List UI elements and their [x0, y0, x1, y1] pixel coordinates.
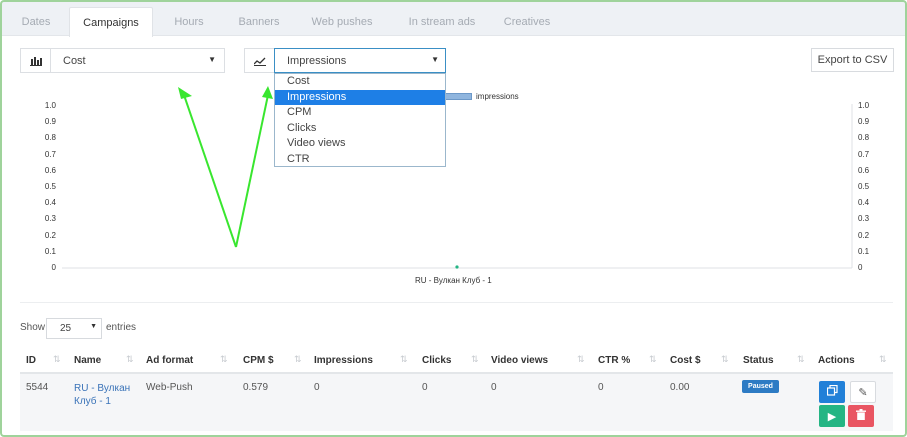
arrow-head-right	[262, 86, 273, 99]
annotation-arrows	[178, 86, 273, 248]
arrow-line-left	[183, 94, 237, 248]
arrow-line-right	[235, 94, 269, 248]
arrow-head-left	[178, 87, 192, 99]
